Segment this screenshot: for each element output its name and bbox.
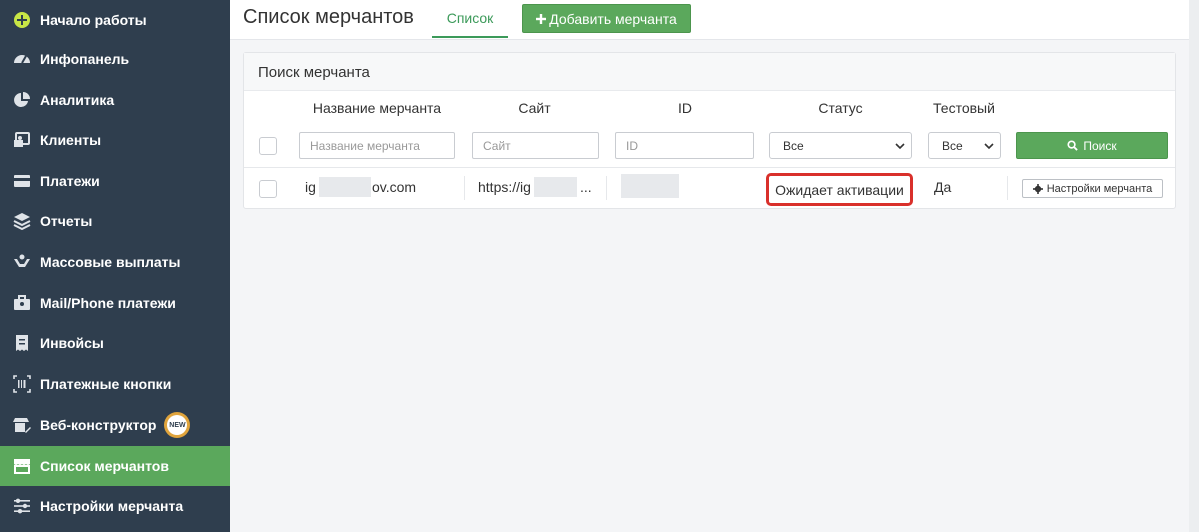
tab-list[interactable]: Список — [432, 0, 508, 38]
status-filter-value: Все — [783, 138, 804, 153]
column-header-status: Статус — [818, 100, 863, 116]
redacted-id-block — [621, 174, 679, 198]
merchant-search-panel: Поиск мерчанта Название мерчанта Сайт ID… — [243, 52, 1176, 209]
select-all-checkbox[interactable] — [259, 137, 277, 155]
column-header-id: ID — [678, 100, 692, 116]
sidebar-item-label: Массовые выплаты — [40, 254, 181, 270]
gear-icon — [1032, 183, 1043, 194]
sidebar-item-merchant-list[interactable]: Список мерчантов — [0, 446, 230, 486]
sidebar-item-label: Инвойсы — [40, 335, 104, 351]
redacted-name-block — [319, 177, 371, 197]
column-header-name: Название мерчанта — [312, 100, 442, 116]
sidebar-item-getting-started[interactable]: Начало работы — [0, 0, 230, 40]
redacted-site-block — [534, 177, 577, 197]
panel-header: Поиск мерчанта — [244, 53, 1175, 91]
sidebar-item-label: Веб-конструктор — [40, 417, 157, 433]
column-header-site: Сайт — [518, 100, 551, 116]
test-mode-value: Да — [934, 179, 952, 195]
sidebar: Начало работы Инфопанель Аналитика Клиен… — [0, 0, 230, 532]
add-merchant-label: Добавить мерчанта — [549, 10, 677, 27]
test-filter-select[interactable]: Все — [928, 132, 1001, 159]
sidebar-item-label: Платежные кнопки — [40, 376, 172, 392]
sidebar-item-label: Настройки мерчанта — [40, 498, 184, 514]
layers-icon — [12, 211, 32, 231]
storefront-icon — [12, 456, 32, 476]
sidebar-item-label: Отчеты — [40, 213, 93, 229]
sidebar-item-clients[interactable]: Клиенты — [0, 120, 230, 160]
merchant-name-filter-input[interactable]: Название мерчанта — [299, 132, 455, 159]
gauge-icon — [12, 49, 32, 69]
briefcase-icon — [12, 293, 32, 313]
search-button[interactable]: Поиск — [1016, 132, 1168, 159]
page-title: Список мерчантов — [243, 6, 414, 28]
page-scrollbar[interactable] — [1189, 0, 1199, 532]
add-merchant-button[interactable]: Добавить мерчанта — [522, 4, 691, 33]
sidebar-item-web-constructor[interactable]: Веб-конструктор NEW — [0, 405, 230, 445]
merchant-site[interactable]: https://ig — [478, 179, 531, 195]
sidebar-item-label: Платежи — [40, 173, 100, 189]
merchant-settings-label: Настройки мерчанта — [1046, 182, 1153, 195]
cell-divider — [606, 176, 607, 200]
search-icon — [1067, 140, 1079, 151]
status-badge: Ожидает активации — [766, 173, 913, 206]
new-badge: NEW — [164, 412, 191, 438]
merchant-settings-button[interactable]: Настройки мерчанта — [1022, 179, 1163, 198]
pie-chart-icon — [12, 90, 32, 110]
id-card-icon — [12, 130, 32, 150]
column-header-test: Тестовый — [933, 100, 995, 116]
merchant-name-start: ig — [305, 179, 316, 195]
sidebar-item-payment-buttons[interactable]: Платежные кнопки — [0, 364, 230, 404]
sidebar-item-payments[interactable]: Платежи — [0, 161, 230, 201]
row-checkbox[interactable] — [259, 180, 277, 198]
sidebar-item-invoices[interactable]: Инвойсы — [0, 323, 230, 363]
row-divider — [244, 167, 1175, 168]
cell-divider — [464, 176, 465, 200]
sidebar-item-label: Клиенты — [40, 132, 102, 148]
sidebar-item-reports[interactable]: Отчеты — [0, 201, 230, 241]
panel-title: Поиск мерчанта — [258, 64, 370, 81]
sidebar-item-label: Список мерчантов — [40, 458, 169, 474]
sidebar-item-dashboard[interactable]: Инфопанель — [0, 39, 230, 79]
id-filter-input[interactable]: ID — [615, 132, 754, 159]
merchant-site-ellipsis: ... — [580, 179, 592, 195]
chevron-down-icon — [984, 143, 994, 150]
sidebar-item-label: Начало работы — [40, 12, 147, 28]
status-filter-select[interactable]: Все — [769, 132, 912, 159]
sidebar-item-mail-phone-payments[interactable]: Mail/Phone платежи — [0, 283, 230, 323]
sidebar-item-label: Аналитика — [40, 92, 115, 108]
receipt-icon — [12, 333, 32, 353]
plus-icon — [536, 13, 547, 24]
hand-coins-icon — [12, 252, 32, 272]
sidebar-item-analytics[interactable]: Аналитика — [0, 80, 230, 120]
store-edit-icon — [12, 415, 32, 435]
chevron-down-icon — [895, 143, 905, 150]
sidebar-item-label: Инфопанель — [40, 51, 130, 67]
credit-card-icon — [12, 171, 32, 191]
sidebar-item-mass-payouts[interactable]: Массовые выплаты — [0, 242, 230, 282]
sliders-icon — [12, 496, 32, 516]
merchant-name-end: ov.com — [372, 179, 417, 195]
sidebar-item-merchant-settings[interactable]: Настройки мерчанта — [0, 486, 230, 526]
site-filter-input[interactable]: Сайт — [472, 132, 599, 159]
barcode-icon — [12, 374, 32, 394]
plus-circle-icon — [12, 10, 32, 30]
sidebar-item-label: Mail/Phone платежи — [40, 295, 176, 311]
search-button-label: Поиск — [1083, 138, 1117, 153]
top-header: Список мерчантов Список Добавить мерчант… — [230, 0, 1189, 40]
cell-divider — [1007, 176, 1008, 200]
test-filter-value: Все — [942, 138, 963, 153]
